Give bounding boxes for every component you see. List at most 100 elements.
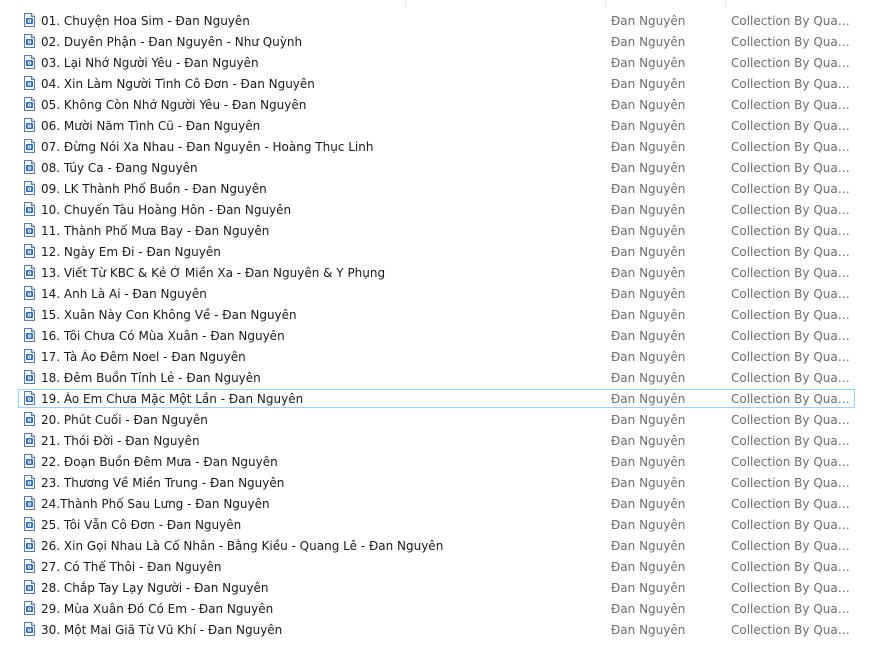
- file-row[interactable]: 21. Thói Đời - Đan Nguyên Đan Nguyên Col…: [0, 431, 882, 452]
- contributing-artist: Đan Nguyên: [611, 98, 686, 112]
- column-divider[interactable]: [405, 0, 406, 6]
- file-name: 16. Tôi Chưa Có Mùa Xuân - Đan Nguyên: [41, 329, 285, 343]
- file-name: 10. Chuyến Tàu Hoàng Hôn - Đan Nguyên: [41, 203, 292, 217]
- album-name: Collection By Quang ...: [731, 77, 853, 91]
- file-row[interactable]: 23. Thương Về Miền Trung - Đan Nguyên Đa…: [0, 473, 882, 494]
- contributing-artist: Đan Nguyên: [611, 560, 686, 574]
- file-name: 20. Phút Cuối - Đan Nguyên: [41, 413, 208, 427]
- file-row[interactable]: 08. Túy Ca - Đang Nguyên Đan Nguyên Coll…: [0, 158, 882, 179]
- album-name: Collection By Quang ...: [731, 392, 853, 406]
- album-name: Collection By Quang ...: [731, 581, 853, 595]
- contributing-artist: Đan Nguyên: [611, 224, 686, 238]
- file-row[interactable]: 13. Viết Từ KBC & Kẻ Ở Miền Xa - Đan Ngu…: [0, 263, 882, 284]
- file-row[interactable]: 10. Chuyến Tàu Hoàng Hôn - Đan Nguyên Đa…: [0, 200, 882, 221]
- file-name: 28. Chắp Tay Lạy Người - Đan Nguyên: [41, 581, 269, 595]
- file-row[interactable]: 29. Mùa Xuân Đó Có Em - Đan Nguyên Đan N…: [0, 599, 882, 620]
- file-name: 09. LK Thành Phố Buồn - Đan Nguyên: [41, 182, 267, 196]
- file-name: 29. Mùa Xuân Đó Có Em - Đan Nguyên: [41, 602, 274, 616]
- audio-file-icon: [24, 34, 35, 48]
- file-row[interactable]: 26. Xin Gọi Nhau Là Cố Nhân - Bằng Kiều …: [0, 536, 882, 557]
- file-row[interactable]: 30. Một Mai Giã Từ Vũ Khí - Đan Nguyên Đ…: [0, 620, 882, 641]
- file-row[interactable]: 20. Phút Cuối - Đan Nguyên Đan Nguyên Co…: [0, 410, 882, 431]
- contributing-artist: Đan Nguyên: [611, 140, 686, 154]
- album-name: Collection By Quang ...: [731, 560, 853, 574]
- file-row[interactable]: 01. Chuyện Hoa Sim - Đan Nguyên Đan Nguy…: [0, 11, 882, 32]
- file-row[interactable]: 12. Ngày Em Đi - Đan Nguyên Đan Nguyên C…: [0, 242, 882, 263]
- album-name: Collection By Quang ...: [731, 266, 853, 280]
- file-name: 07. Đừng Nói Xa Nhau - Đan Nguyên - Hoàn…: [41, 140, 374, 154]
- file-name: 11. Thành Phố Mưa Bay - Đan Nguyên: [41, 224, 270, 238]
- audio-file-icon: [24, 517, 35, 531]
- contributing-artist: Đan Nguyên: [611, 77, 686, 91]
- audio-file-icon: [24, 181, 35, 195]
- file-name: 06. Mười Năm Tình Cũ - Đan Nguyên: [41, 119, 261, 133]
- file-name: 12. Ngày Em Đi - Đan Nguyên: [41, 245, 221, 259]
- album-name: Collection By Quang ...: [731, 140, 853, 154]
- contributing-artist: Đan Nguyên: [611, 56, 686, 70]
- audio-file-icon: [24, 118, 35, 132]
- file-name: 25. Tôi Vẫn Cô Đơn - Đan Nguyên: [41, 518, 242, 532]
- contributing-artist: Đan Nguyên: [611, 455, 686, 469]
- file-row[interactable]: 15. Xuân Này Con Không Về - Đan Nguyên Đ…: [0, 305, 882, 326]
- album-name: Collection By Quang ...: [731, 371, 853, 385]
- file-row[interactable]: 03. Lại Nhớ Người Yêu - Đan Nguyên Đan N…: [0, 53, 882, 74]
- file-row[interactable]: 16. Tôi Chưa Có Mùa Xuân - Đan Nguyên Đa…: [0, 326, 882, 347]
- album-name: Collection By Quang ...: [731, 287, 853, 301]
- file-row[interactable]: 17. Tà Áo Đêm Noel - Đan Nguyên Đan Nguy…: [0, 347, 882, 368]
- file-name: 18. Đêm Buồn Tỉnh Lẻ - Đan Nguyên: [41, 371, 261, 385]
- audio-file-icon: [24, 223, 35, 237]
- album-name: Collection By Quang ...: [731, 476, 853, 490]
- contributing-artist: Đan Nguyên: [611, 329, 686, 343]
- contributing-artist: Đan Nguyên: [611, 287, 686, 301]
- contributing-artist: Đan Nguyên: [611, 581, 686, 595]
- column-divider[interactable]: [605, 0, 606, 6]
- file-row[interactable]: 07. Đừng Nói Xa Nhau - Đan Nguyên - Hoàn…: [0, 137, 882, 158]
- file-row[interactable]: 24.Thành Phố Sau Lưng - Đan Nguyên Đan N…: [0, 494, 882, 515]
- file-row[interactable]: 18. Đêm Buồn Tỉnh Lẻ - Đan Nguyên Đan Ng…: [0, 368, 882, 389]
- file-row[interactable]: 04. Xin Làm Người Tình Cô Đơn - Đan Nguy…: [0, 74, 882, 95]
- file-row[interactable]: 11. Thành Phố Mưa Bay - Đan Nguyên Đan N…: [0, 221, 882, 242]
- file-row[interactable]: 14. Anh Là Ai - Đan Nguyên Đan Nguyên Co…: [0, 284, 882, 305]
- contributing-artist: Đan Nguyên: [611, 350, 686, 364]
- audio-file-icon: [24, 328, 35, 342]
- album-name: Collection By Quang ...: [731, 497, 853, 511]
- file-row[interactable]: 02. Duyên Phận - Đan Nguyên - Như Quỳnh …: [0, 32, 882, 53]
- audio-file-icon: [24, 202, 35, 216]
- album-name: Collection By Quang ...: [731, 413, 853, 427]
- file-row[interactable]: 25. Tôi Vẫn Cô Đơn - Đan Nguyên Đan Nguy…: [0, 515, 882, 536]
- album-name: Collection By Quang ...: [731, 602, 853, 616]
- album-name: Collection By Quang ...: [731, 56, 853, 70]
- audio-file-icon: [24, 496, 35, 510]
- file-row[interactable]: 28. Chắp Tay Lạy Người - Đan Nguyên Đan …: [0, 578, 882, 599]
- audio-file-icon: [24, 97, 35, 111]
- contributing-artist: Đan Nguyên: [611, 266, 686, 280]
- file-name: 13. Viết Từ KBC & Kẻ Ở Miền Xa - Đan Ngu…: [41, 266, 386, 280]
- file-row[interactable]: 22. Đoạn Buồn Đêm Mưa - Đan Nguyên Đan N…: [0, 452, 882, 473]
- album-name: Collection By Quang ...: [731, 182, 853, 196]
- audio-file-icon: [24, 538, 35, 552]
- audio-file-icon: [24, 286, 35, 300]
- file-row[interactable]: 09. LK Thành Phố Buồn - Đan Nguyên Đan N…: [0, 179, 882, 200]
- contributing-artist: Đan Nguyên: [611, 518, 686, 532]
- file-name: 05. Không Còn Nhớ Người Yêu - Đan Nguyên: [41, 98, 307, 112]
- audio-file-icon: [24, 76, 35, 90]
- file-row[interactable]: 05. Không Còn Nhớ Người Yêu - Đan Nguyên…: [0, 95, 882, 116]
- audio-file-icon: [24, 307, 35, 321]
- file-row[interactable]: 19. Áo Em Chưa Mặc Một Lần - Đan Nguyên …: [0, 389, 882, 410]
- contributing-artist: Đan Nguyên: [611, 182, 686, 196]
- file-row[interactable]: 06. Mười Năm Tình Cũ - Đan Nguyên Đan Ng…: [0, 116, 882, 137]
- file-row[interactable]: 27. Có Thế Thôi - Đan Nguyên Đan Nguyên …: [0, 557, 882, 578]
- file-list: 01. Chuyện Hoa Sim - Đan Nguyên Đan Nguy…: [0, 0, 882, 658]
- file-name: 27. Có Thế Thôi - Đan Nguyên: [41, 560, 222, 574]
- audio-file-icon: [24, 55, 35, 69]
- audio-file-icon: [24, 433, 35, 447]
- audio-file-icon: [24, 349, 35, 363]
- album-name: Collection By Quang ...: [731, 14, 853, 28]
- audio-file-icon: [24, 370, 35, 384]
- audio-file-icon: [24, 559, 35, 573]
- album-name: Collection By Quang ...: [731, 539, 853, 553]
- audio-file-icon: [24, 580, 35, 594]
- column-divider[interactable]: [725, 0, 726, 6]
- contributing-artist: Đan Nguyên: [611, 161, 686, 175]
- audio-file-icon: [24, 475, 35, 489]
